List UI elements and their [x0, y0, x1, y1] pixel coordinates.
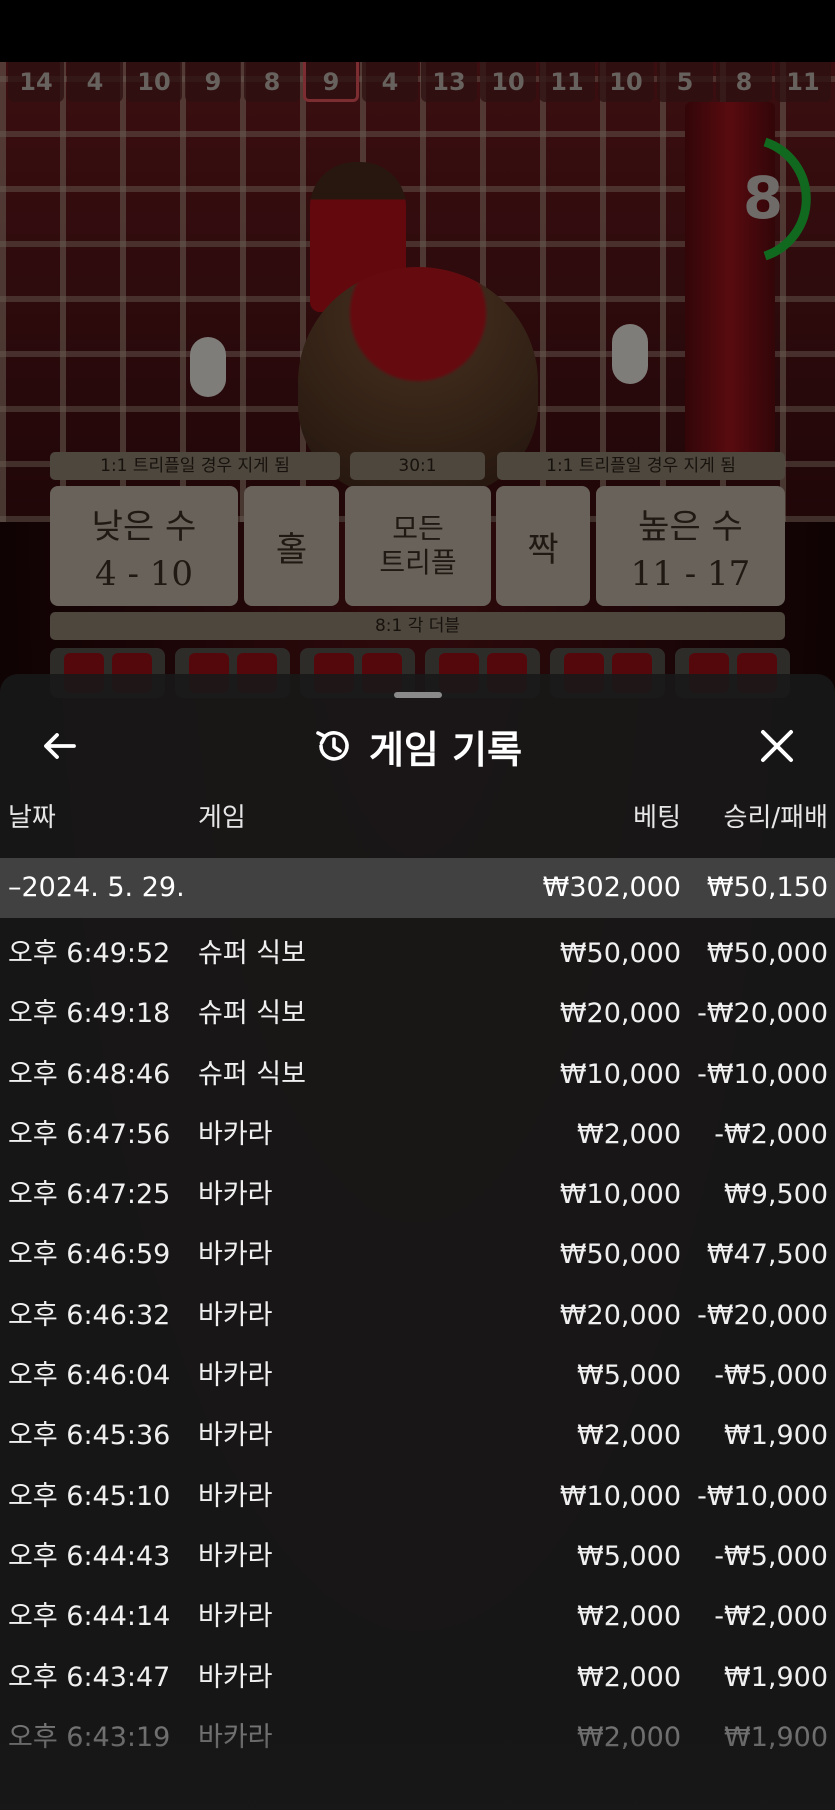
summary-date: –2024. 5. 29.: [8, 872, 185, 903]
row-result: -₩10,000: [697, 1058, 828, 1090]
row-game: 바카라: [198, 1299, 273, 1331]
column-bet: 베팅: [633, 803, 681, 833]
row-result: -₩5,000: [714, 1540, 828, 1572]
row-bet: ₩50,000: [559, 938, 681, 969]
row-result: ₩47,500: [706, 1239, 828, 1271]
history-row[interactable]: 오후 6:46:04 바카라 ₩5,000 -₩5,000: [0, 1346, 835, 1406]
row-time: 오후 6:46:04: [8, 1360, 171, 1392]
row-result: -₩10,000: [697, 1480, 828, 1512]
row-time: 오후 6:49:18: [8, 998, 171, 1030]
row-bet: ₩2,000: [577, 1118, 681, 1150]
row-game: 슈퍼 식보: [198, 1058, 306, 1090]
row-game: 바카라: [198, 1601, 273, 1633]
row-game: 바카라: [198, 1239, 273, 1271]
summary-result-total: ₩50,150: [706, 872, 828, 903]
row-result: ₩9,500: [724, 1179, 828, 1211]
history-icon: [316, 731, 349, 761]
row-time: 오후 6:44:43: [8, 1540, 171, 1572]
row-result: -₩20,000: [697, 1299, 828, 1331]
history-row[interactable]: 오후 6:44:14 바카라 ₩2,000 -₩2,000: [0, 1587, 835, 1647]
arrow-left-icon[interactable]: [38, 724, 82, 768]
game-history-sheet: 게임 기록 날짜 게임 베팅 승리/패배 –2024. 5. 29. ₩302,…: [0, 674, 835, 1810]
sheet-title-group: 게임 기록: [0, 714, 835, 778]
row-result: ₩50,000: [706, 938, 828, 969]
history-row[interactable]: 오후 6:49:52 슈퍼 식보 ₩50,000 ₩50,000: [0, 924, 835, 984]
row-bet: ₩10,000: [559, 1480, 681, 1512]
summary-bet-total: ₩302,000: [542, 872, 681, 903]
history-row[interactable]: 오후 6:45:36 바카라 ₩2,000 ₩1,900: [0, 1406, 835, 1466]
row-time: 오후 6:44:14: [8, 1601, 171, 1633]
column-result: 승리/패배: [723, 803, 828, 833]
row-game: 바카라: [198, 1480, 273, 1512]
row-result: -₩20,000: [697, 998, 828, 1030]
history-row[interactable]: 오후 6:47:56 바카라 ₩2,000 -₩2,000: [0, 1105, 835, 1165]
row-bet: ₩10,000: [559, 1179, 681, 1211]
column-game: 게임: [198, 803, 246, 833]
row-bet: ₩20,000: [559, 998, 681, 1030]
row-game: 슈퍼 식보: [198, 938, 306, 969]
row-time: 오후 6:46:32: [8, 1299, 171, 1331]
row-bet: ₩2,000: [577, 1420, 681, 1452]
row-bet: ₩5,000: [577, 1360, 681, 1392]
history-row[interactable]: 오후 6:46:32 바카라 ₩20,000 -₩20,000: [0, 1286, 835, 1346]
history-rows: 오후 6:49:52 슈퍼 식보 ₩50,000 ₩50,000 오후 6:49:18 슈…: [0, 924, 835, 1768]
row-game: 바카라: [198, 1420, 273, 1452]
row-game: 바카라: [198, 1179, 273, 1211]
row-game: 바카라: [198, 1360, 273, 1392]
row-time: 오후 6:45:36: [8, 1420, 171, 1452]
sheet-grabber[interactable]: [394, 692, 442, 698]
row-bet: ₩10,000: [559, 1058, 681, 1090]
sheet-header: 게임 기록: [0, 714, 835, 786]
history-table-header: 날짜 게임 베팅 승리/패배: [0, 788, 835, 848]
row-result: ₩1,900: [724, 1420, 828, 1452]
row-game: 바카라: [198, 1118, 273, 1150]
history-row[interactable]: 오후 6:47:25 바카라 ₩10,000 ₩9,500: [0, 1165, 835, 1225]
history-row[interactable]: 오후 6:45:10 바카라 ₩10,000 -₩10,000: [0, 1467, 835, 1527]
row-bet: ₩2,000: [577, 1601, 681, 1633]
close-icon[interactable]: [755, 724, 799, 768]
history-row[interactable]: 오후 6:44:43 바카라 ₩5,000 -₩5,000: [0, 1527, 835, 1587]
column-date: 날짜: [8, 803, 56, 833]
row-bet: ₩5,000: [577, 1540, 681, 1572]
row-game: 바카라: [198, 1540, 273, 1572]
row-bet: ₩20,000: [559, 1299, 681, 1331]
row-time: 오후 6:45:10: [8, 1480, 171, 1512]
row-result: -₩2,000: [714, 1601, 828, 1633]
row-game: 슈퍼 식보: [198, 998, 306, 1030]
row-time: 오후 6:48:46: [8, 1058, 171, 1090]
row-time: 오후 6:49:52: [8, 938, 171, 969]
row-result: -₩2,000: [714, 1118, 828, 1150]
row-time: 오후 6:47:56: [8, 1118, 171, 1150]
scroll-fade: [0, 1690, 835, 1810]
row-bet: ₩50,000: [559, 1239, 681, 1271]
row-time: 오후 6:47:25: [8, 1179, 171, 1211]
row-result: -₩5,000: [714, 1360, 828, 1392]
history-row[interactable]: 오후 6:49:18 슈퍼 식보 ₩20,000 -₩20,000: [0, 984, 835, 1044]
date-summary-row[interactable]: –2024. 5. 29. ₩302,000 ₩50,150: [0, 858, 835, 918]
row-time: 오후 6:46:59: [8, 1239, 171, 1271]
sheet-title: 게임 기록: [368, 727, 523, 772]
history-row[interactable]: 오후 6:48:46 슈퍼 식보 ₩10,000 -₩10,000: [0, 1045, 835, 1105]
history-row[interactable]: 오후 6:46:59 바카라 ₩50,000 ₩47,500: [0, 1225, 835, 1285]
